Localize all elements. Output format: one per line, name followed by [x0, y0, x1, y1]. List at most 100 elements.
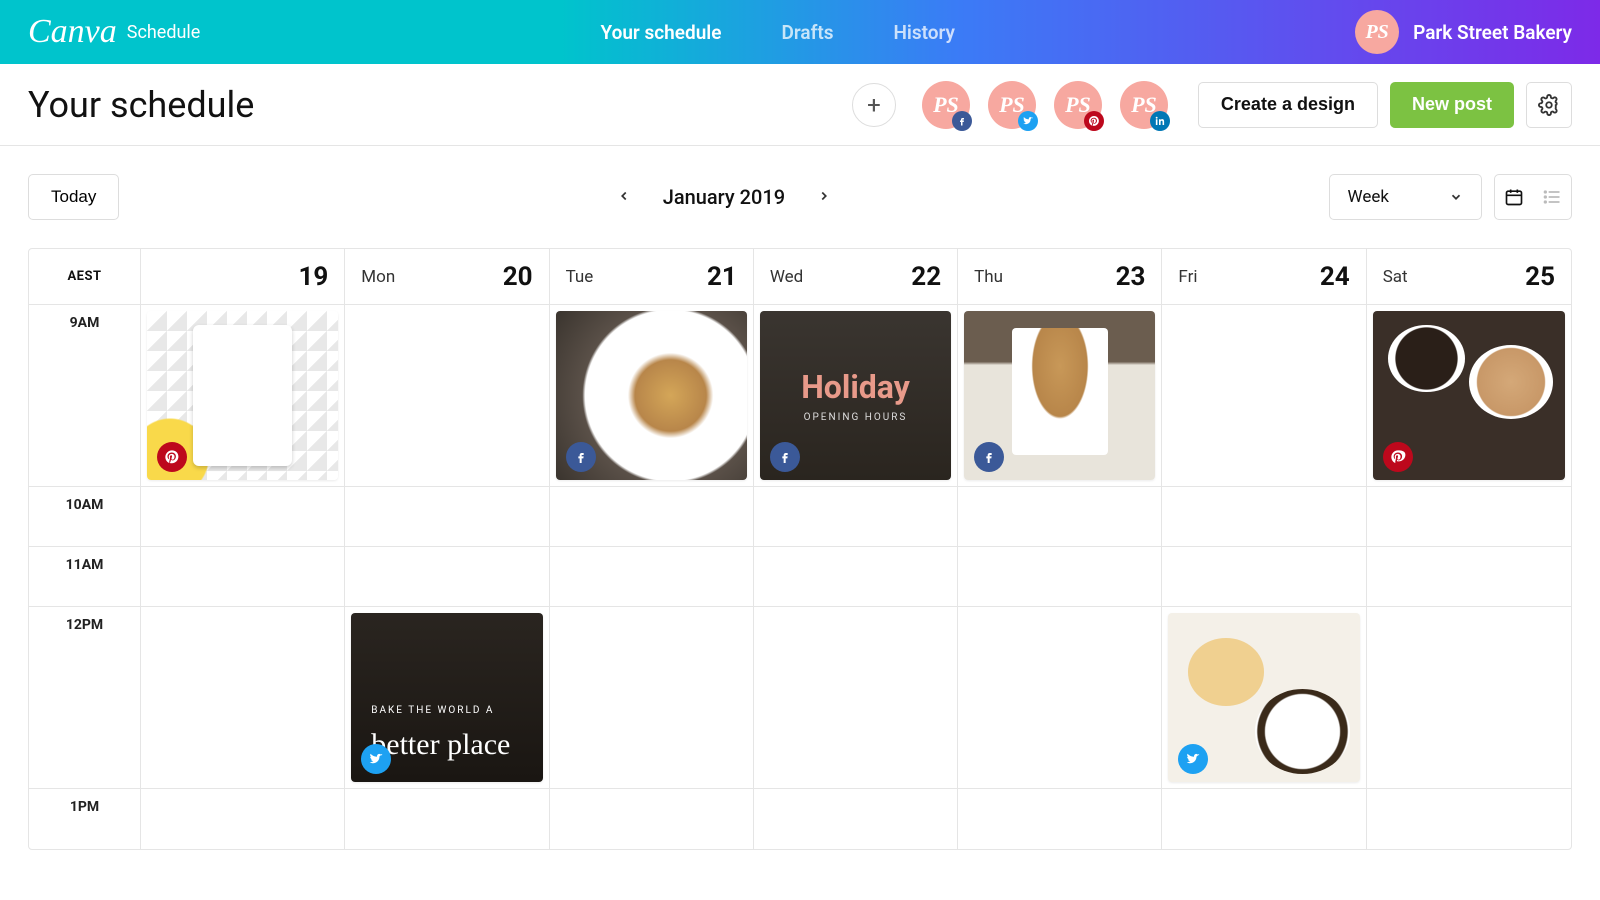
calendar-cell[interactable] — [1367, 487, 1571, 547]
calendar-cell[interactable] — [550, 305, 754, 487]
chevron-down-icon — [1449, 190, 1463, 204]
hour-row: 1PM — [29, 789, 1571, 849]
day-header: 19 — [141, 249, 345, 305]
hour-row: 10AM — [29, 487, 1571, 547]
day-header: Sat25 — [1367, 249, 1571, 305]
calendar-cell[interactable] — [1162, 607, 1366, 789]
logo-text: Canva — [28, 13, 117, 51]
calendar-cell[interactable] — [550, 547, 754, 607]
calendar-cell[interactable] — [345, 487, 549, 547]
calendar-cell[interactable] — [141, 487, 345, 547]
calendar-cell[interactable] — [550, 789, 754, 849]
hour-row: 9AM Holiday OPENING HOURS — [29, 305, 1571, 487]
linkedin-icon — [1150, 111, 1170, 131]
prev-period-button[interactable] — [611, 181, 637, 214]
calendar-cell[interactable] — [1367, 305, 1571, 487]
settings-button[interactable] — [1526, 82, 1572, 128]
add-account-button[interactable]: + — [852, 83, 896, 127]
calendar-cell[interactable] — [345, 305, 549, 487]
calendar-cell[interactable] — [754, 789, 958, 849]
calendar-cell[interactable] — [141, 547, 345, 607]
pinterest-icon — [1383, 442, 1413, 472]
calendar-cell[interactable] — [1162, 305, 1366, 487]
calendar-cell[interactable] — [345, 789, 549, 849]
calendar-cell[interactable] — [550, 487, 754, 547]
calendar-cell[interactable] — [1162, 789, 1366, 849]
top-nav: Your schedule Drafts History — [200, 21, 1355, 44]
calendar-cell[interactable] — [1367, 607, 1571, 789]
hour-label: 11AM — [29, 547, 141, 607]
calendar-cell[interactable] — [754, 547, 958, 607]
page-title: Your schedule — [28, 84, 840, 126]
facebook-icon — [566, 442, 596, 472]
calendar-cell[interactable] — [958, 305, 1162, 487]
day-header: Fri24 — [1162, 249, 1366, 305]
scheduled-post[interactable] — [556, 311, 747, 480]
calendar-cell[interactable] — [1367, 789, 1571, 849]
hour-label: 10AM — [29, 487, 141, 547]
calendar-view-button[interactable] — [1495, 175, 1533, 219]
account-pinterest[interactable]: PS — [1054, 81, 1102, 129]
calendar-cell[interactable] — [141, 607, 345, 789]
timezone-label: AEST — [29, 249, 141, 305]
nav-drafts[interactable]: Drafts — [781, 21, 833, 44]
day-header: Mon20 — [345, 249, 549, 305]
calendar-cell[interactable] — [1162, 547, 1366, 607]
account-twitter[interactable]: PS — [988, 81, 1036, 129]
next-period-button[interactable] — [811, 181, 837, 214]
product-name: Schedule — [127, 22, 201, 43]
period-nav: January 2019 — [119, 181, 1328, 214]
calendar-cell[interactable] — [754, 487, 958, 547]
user-chip[interactable]: PS Park Street Bakery — [1355, 10, 1572, 54]
today-button[interactable]: Today — [28, 174, 119, 220]
twitter-icon — [1178, 744, 1208, 774]
calendar-cell[interactable] — [958, 487, 1162, 547]
facebook-icon — [974, 442, 1004, 472]
view-range-label: Week — [1348, 187, 1389, 207]
calendar-cell[interactable] — [958, 547, 1162, 607]
nav-schedule[interactable]: Your schedule — [601, 21, 722, 44]
calendar-cell[interactable]: BAKE THE WORLD A better place — [345, 607, 549, 789]
day-header: Thu23 — [958, 249, 1162, 305]
twitter-icon — [361, 744, 391, 774]
period-label: January 2019 — [663, 185, 785, 209]
brand-logo[interactable]: Canva Schedule — [28, 13, 200, 51]
create-design-button[interactable]: Create a design — [1198, 82, 1378, 128]
calendar-cell[interactable] — [1162, 487, 1366, 547]
twitter-icon — [1018, 111, 1038, 131]
hour-label: 12PM — [29, 607, 141, 789]
calendar-cell[interactable] — [141, 789, 345, 849]
calendar-cell[interactable] — [141, 305, 345, 487]
calendar-cell[interactable] — [1367, 547, 1571, 607]
list-icon — [1542, 187, 1562, 207]
calendar-cell[interactable] — [958, 789, 1162, 849]
scheduled-post[interactable]: Holiday OPENING HOURS — [760, 311, 951, 480]
user-name: Park Street Bakery — [1413, 21, 1572, 44]
scheduled-post[interactable] — [147, 311, 338, 480]
account-linkedin[interactable]: PS — [1120, 81, 1168, 129]
calendar-icon — [1504, 187, 1524, 207]
scheduled-post[interactable] — [964, 311, 1155, 480]
calendar-cell[interactable] — [754, 607, 958, 789]
sub-header: Your schedule + PS PS PS PS Create a des… — [0, 64, 1600, 146]
new-post-button[interactable]: New post — [1390, 82, 1514, 128]
pinterest-icon — [1084, 111, 1104, 131]
calendar-cell[interactable]: Holiday OPENING HOURS — [754, 305, 958, 487]
scheduled-post[interactable]: BAKE THE WORLD A better place — [351, 613, 542, 782]
account-facebook[interactable]: PS — [922, 81, 970, 129]
post-headline: better place — [371, 728, 510, 762]
calendar-cell[interactable] — [550, 607, 754, 789]
hour-row: 11AM — [29, 547, 1571, 607]
calendar-cell[interactable] — [958, 607, 1162, 789]
gear-icon — [1538, 94, 1560, 116]
hour-label: 9AM — [29, 305, 141, 487]
facebook-icon — [770, 442, 800, 472]
view-range-select[interactable]: Week — [1329, 174, 1482, 220]
calendar-cell[interactable] — [345, 547, 549, 607]
view-mode-toggle — [1494, 174, 1572, 220]
hour-label: 1PM — [29, 789, 141, 849]
nav-history[interactable]: History — [893, 21, 955, 44]
list-view-button[interactable] — [1533, 175, 1571, 219]
scheduled-post[interactable] — [1373, 311, 1565, 480]
scheduled-post[interactable] — [1168, 613, 1359, 782]
